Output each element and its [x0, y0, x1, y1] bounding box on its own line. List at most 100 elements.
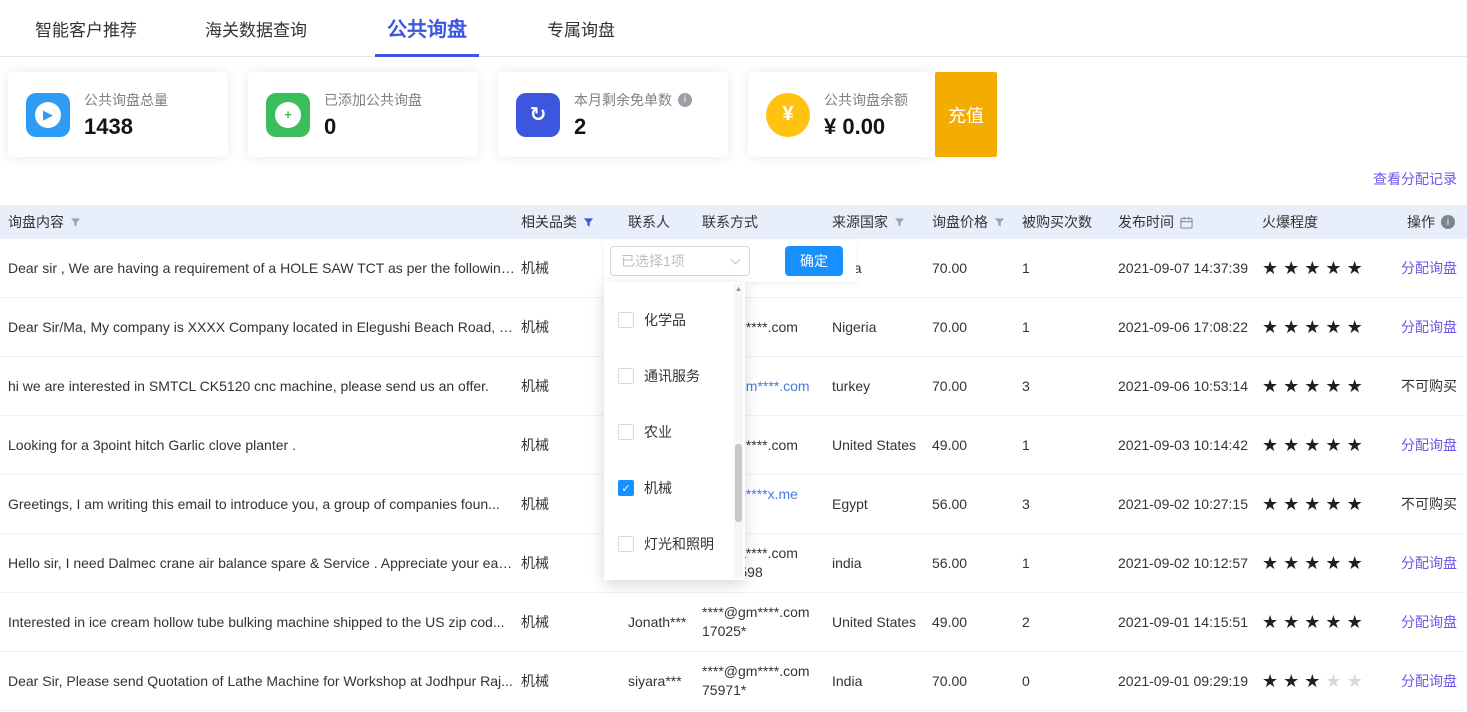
star-icon: ★	[1283, 611, 1305, 632]
publish-time: 2021-09-02 10:27:15	[1118, 496, 1248, 512]
inquiry-price: 49.00	[932, 614, 968, 630]
category-select-input[interactable]: 已选择1项	[610, 246, 750, 276]
column-header-category: 相关品类	[516, 212, 623, 232]
star-icon: ★	[1283, 257, 1305, 278]
checkbox[interactable]	[618, 424, 634, 440]
checkbox-checked[interactable]: ✓	[618, 480, 634, 496]
source-country: India	[832, 673, 863, 689]
star-icon: ★	[1325, 670, 1347, 691]
stat-value: 2	[574, 113, 587, 139]
purchase-count: 3	[1022, 378, 1030, 394]
allocate-inquiry-link[interactable]: 分配询盘	[1401, 673, 1457, 689]
star-icon: ★	[1283, 493, 1305, 514]
popularity-stars: ★★★★★	[1257, 317, 1395, 338]
star-icon: ★	[1346, 611, 1368, 632]
yuan-icon: ¥	[766, 92, 810, 137]
table-row: Dear Sir, Please send Quotation of Lathe…	[0, 652, 1467, 711]
inquiry-content: Dear sir , We are having a requirement o…	[8, 260, 516, 276]
purchase-count: 1	[1022, 260, 1030, 276]
confirm-button[interactable]: 确定	[785, 246, 843, 276]
tab-customs-data-query[interactable]: 海关数据查询	[205, 0, 307, 56]
star-icon: ★	[1346, 257, 1368, 278]
popularity-stars: ★★★★★	[1257, 258, 1395, 279]
source-country: turkey	[832, 378, 871, 394]
popularity-stars: ★★★★★	[1257, 612, 1395, 633]
popularity-stars: ★★★★★	[1257, 494, 1395, 515]
category-option[interactable]: 通讯服务	[604, 348, 745, 404]
tab-exclusive-inquiry[interactable]: 专属询盘	[547, 0, 615, 56]
star-icon: ★	[1262, 670, 1284, 691]
action-cell: 不可购买	[1395, 376, 1467, 396]
selected-count-text: 已选择1项	[621, 253, 685, 269]
category-option[interactable]: 化学品	[604, 292, 745, 348]
category-option-label: 农业	[644, 424, 672, 440]
scrollbar[interactable]: ▲	[734, 284, 743, 578]
scrollbar-thumb[interactable]	[735, 444, 742, 522]
tab-smart-customer-recommendation[interactable]: 智能客户推荐	[35, 0, 137, 56]
tab-public-inquiry[interactable]: 公共询盘	[375, 0, 479, 57]
filter-icon[interactable]	[994, 217, 1005, 228]
checkbox[interactable]	[618, 536, 634, 552]
action-cell: 不可购买	[1395, 494, 1467, 514]
star-icon: ★	[1346, 493, 1368, 514]
send-icon: ▶	[26, 92, 70, 137]
checkbox[interactable]	[618, 368, 634, 384]
calendar-icon[interactable]	[1180, 216, 1193, 229]
view-allocation-records-link[interactable]: 查看分配记录	[1373, 171, 1457, 187]
category-option-label: 机械	[644, 480, 672, 496]
star-icon: ★	[1325, 552, 1347, 573]
filter-icon[interactable]	[894, 217, 905, 228]
not-purchasable-text: 不可购买	[1401, 496, 1457, 512]
filter-icon[interactable]	[70, 217, 81, 228]
inquiry-content: Interested in ice cream hollow tube bulk…	[8, 614, 505, 630]
category-options-panel: 化学品 通讯服务农业 ✓ 机械灯光和照明 ▲	[604, 282, 745, 580]
source-country: United States	[832, 437, 917, 453]
stat-label: 公共询盘总量	[84, 91, 168, 108]
publish-time: 2021-09-02 10:12:57	[1118, 555, 1248, 571]
allocate-inquiry-link[interactable]: 分配询盘	[1401, 555, 1457, 571]
purchase-count: 1	[1022, 319, 1030, 335]
purchase-count: 2	[1022, 614, 1030, 630]
stat-card-remaining-free-orders: ↻ 本月剩余免单数 i 2	[498, 72, 728, 157]
star-icon: ★	[1325, 493, 1347, 514]
info-icon: i	[1441, 215, 1455, 229]
star-icon: ★	[1262, 316, 1284, 337]
category-option[interactable]: ✓ 机械	[604, 460, 745, 516]
stat-label: 本月剩余免单数 i	[574, 90, 692, 110]
category-option[interactable]: 农业	[604, 404, 745, 460]
purchase-count: 0	[1022, 673, 1030, 689]
inquiry-price: 70.00	[932, 319, 968, 335]
column-header-action: 操作 i	[1395, 212, 1467, 232]
star-icon: ★	[1346, 434, 1368, 455]
action-cell: 分配询盘	[1395, 258, 1467, 278]
publish-time: 2021-09-03 10:14:42	[1118, 437, 1248, 453]
scroll-up-arrow-icon[interactable]: ▲	[734, 284, 743, 295]
related-category: 机械	[521, 673, 549, 689]
filter-icon-active[interactable]	[583, 217, 594, 228]
star-icon: ★	[1283, 434, 1305, 455]
inquiry-price: 70.00	[932, 260, 968, 276]
allocate-inquiry-link[interactable]: 分配询盘	[1401, 437, 1457, 453]
category-option[interactable]: 灯光和照明	[604, 516, 745, 572]
star-icon: ★	[1262, 434, 1284, 455]
stat-card-added-public-inquiries: + 已添加公共询盘 0	[248, 72, 478, 157]
star-icon: ★	[1325, 434, 1347, 455]
source-country: United States	[832, 614, 917, 630]
checkbox[interactable]	[618, 312, 634, 328]
stat-value: 0	[324, 113, 337, 139]
allocate-inquiry-link[interactable]: 分配询盘	[1401, 614, 1457, 630]
recharge-button[interactable]: 充值	[935, 72, 997, 157]
column-header-country: 来源国家	[827, 212, 927, 232]
stat-card-total-public-inquiries: ▶ 公共询盘总量 1438	[8, 72, 228, 157]
table-row: Interested in ice cream hollow tube bulk…	[0, 593, 1467, 652]
popularity-stars: ★★★★★	[1257, 435, 1395, 456]
purchase-count: 1	[1022, 555, 1030, 571]
column-header-stars: 火爆程度	[1262, 214, 1318, 230]
star-icon: ★	[1283, 316, 1305, 337]
star-icon: ★	[1325, 257, 1347, 278]
table-header: 询盘内容 相关品类 联系人 联系方式 来源国家 询盘价格 被购买次数 发布时间 火爆程度 操作 i	[0, 205, 1467, 239]
allocate-inquiry-link[interactable]: 分配询盘	[1401, 260, 1457, 276]
star-icon: ★	[1283, 375, 1305, 396]
allocate-inquiry-link[interactable]: 分配询盘	[1401, 319, 1457, 335]
action-cell: 分配询盘	[1395, 612, 1467, 632]
